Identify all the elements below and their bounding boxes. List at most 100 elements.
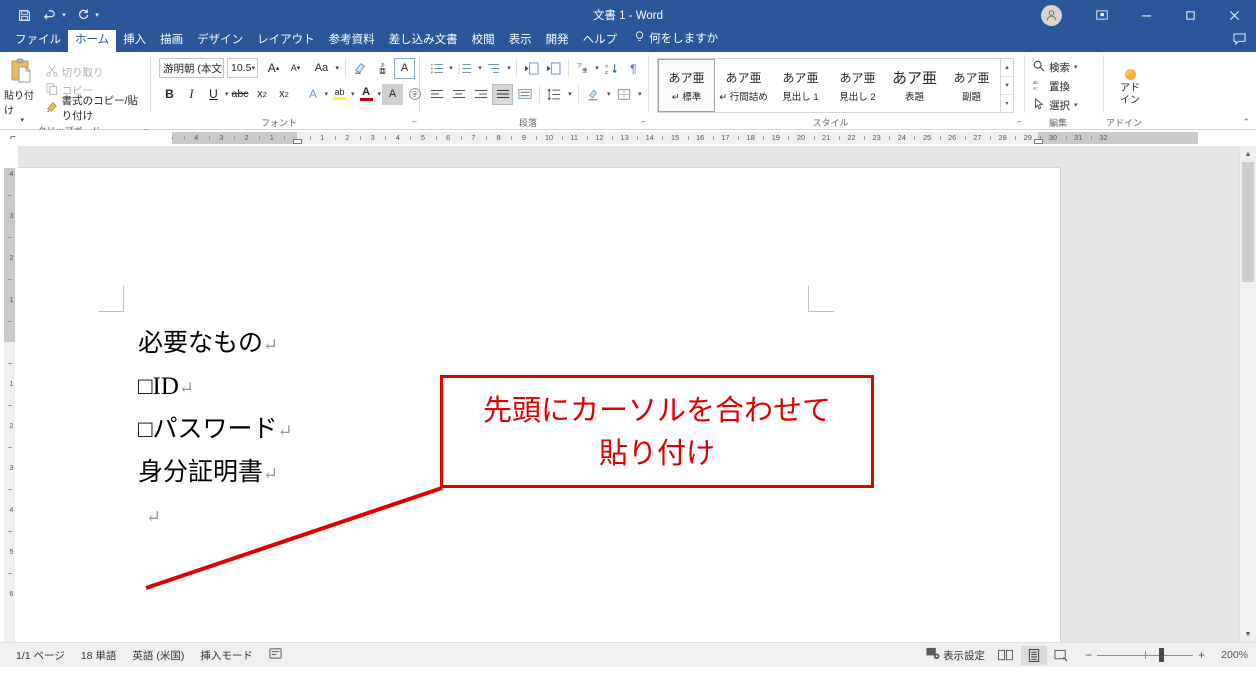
multilevel-list-chevron-down-icon[interactable]: ▾: [506, 58, 512, 79]
grow-font-button[interactable]: A ▴: [263, 58, 284, 79]
align-center-button[interactable]: [448, 84, 469, 105]
style-item-heading-1[interactable]: あア亜 見出し 1: [772, 59, 829, 112]
clear-formatting-button[interactable]: [350, 58, 371, 79]
bold-button[interactable]: B: [159, 84, 180, 105]
zoom-out-button[interactable]: −: [1085, 649, 1092, 661]
increase-indent-button[interactable]: [543, 58, 564, 79]
document-text[interactable]: 必要なもの↵ □ID↵ □パスワード↵ 身分証明書↵ ↵: [138, 323, 293, 538]
italic-button[interactable]: I: [181, 84, 202, 105]
cut-button[interactable]: 切り取り: [43, 64, 146, 81]
align-right-button[interactable]: [470, 84, 491, 105]
font-name-combo[interactable]: 游明朝 (本文のフォン ▾: [159, 58, 224, 78]
borders-chevron-down-icon[interactable]: ▾: [636, 84, 644, 105]
underline-button[interactable]: U: [203, 84, 224, 105]
status-word-count[interactable]: 18 単語: [73, 648, 125, 663]
justify-button[interactable]: [492, 83, 513, 105]
addins-button[interactable]: アド イン: [1111, 56, 1149, 116]
font-color-button[interactable]: A: [356, 84, 377, 105]
sort-asian-chevron-down-icon[interactable]: ▾: [594, 58, 600, 79]
decrease-indent-button[interactable]: [521, 58, 542, 79]
change-case-button[interactable]: Aa: [311, 58, 332, 79]
style-item-title[interactable]: あア亜 表題: [886, 59, 943, 112]
minimize-icon[interactable]: [1124, 0, 1168, 30]
underline-chevron-down-icon[interactable]: ▾: [225, 84, 229, 105]
right-indent-marker[interactable]: [1033, 139, 1043, 144]
left-indent-marker[interactable]: [293, 139, 302, 144]
collapse-ribbon-chevron-up-icon[interactable]: ⌃: [1242, 117, 1250, 128]
document-page[interactable]: 必要なもの↵ □ID↵ □パスワード↵ 身分証明書↵ ↵ 先頭にカーソルを合わせ…: [18, 168, 1060, 642]
font-color-chevron-down-icon[interactable]: ▾: [378, 84, 382, 105]
customize-quick-access-toolbar-icon[interactable]: ▾: [92, 4, 102, 26]
phonetic-guide-button[interactable]: あ亜: [372, 58, 393, 79]
tab-file[interactable]: ファイル: [8, 30, 68, 52]
read-mode-button[interactable]: [993, 646, 1019, 665]
find-chevron-down-icon[interactable]: ▾: [1074, 63, 1078, 71]
style-item-no-spacing[interactable]: あア亜 ↵ 行間詰め: [715, 59, 772, 112]
tab-developer[interactable]: 開発: [539, 30, 576, 52]
document-canvas[interactable]: 必要なもの↵ □ID↵ □パスワード↵ 身分証明書↵ ↵ 先頭にカーソルを合わせ…: [18, 146, 1239, 642]
font-dialog-launcher[interactable]: ⌐: [412, 115, 417, 129]
tell-me-box[interactable]: 何をしますか: [624, 28, 725, 52]
display-settings-button[interactable]: 表示設定: [918, 647, 991, 663]
font-size-combo[interactable]: 10.5 ▾: [227, 58, 258, 78]
shrink-font-button[interactable]: A ▾: [285, 58, 306, 79]
scrollbar-thumb[interactable]: [1242, 162, 1254, 282]
tab-insert[interactable]: 挿入: [116, 30, 153, 52]
paste-button[interactable]: 貼り付け ▾: [4, 56, 41, 124]
account-avatar[interactable]: [1041, 4, 1062, 26]
styles-dialog-launcher[interactable]: ⌐: [1017, 115, 1022, 129]
save-icon[interactable]: [12, 4, 36, 26]
distribute-button[interactable]: [514, 84, 535, 105]
find-button[interactable]: 検索 ▾: [1030, 58, 1081, 76]
character-shading-button[interactable]: A: [382, 83, 404, 105]
tab-view[interactable]: 表示: [502, 30, 539, 52]
styles-scroll-down-icon[interactable]: ▼: [1001, 77, 1013, 95]
sort-asian-button[interactable]: ア亜: [572, 58, 593, 79]
style-item-standard[interactable]: あア亜 ↵ 標準: [658, 59, 715, 112]
ribbon-display-options-icon[interactable]: [1080, 0, 1124, 30]
styles-more-icon[interactable]: ▾: [1001, 95, 1013, 112]
line-spacing-button[interactable]: [544, 84, 565, 105]
paragraph-dialog-launcher[interactable]: ⌐: [641, 115, 646, 129]
print-layout-button[interactable]: [1020, 645, 1047, 665]
tab-design[interactable]: デザイン: [190, 30, 250, 52]
select-chevron-down-icon[interactable]: ▾: [1074, 101, 1078, 109]
zoom-in-button[interactable]: +: [1198, 649, 1205, 661]
tab-review[interactable]: 校閲: [465, 30, 502, 52]
numbering-button[interactable]: 123: [455, 58, 476, 79]
text-effects-button[interactable]: A: [303, 84, 324, 105]
sort-button[interactable]: AZ: [601, 58, 622, 79]
styles-scroll-up-icon[interactable]: ▲: [1001, 59, 1013, 77]
character-border-button[interactable]: A: [393, 57, 415, 79]
superscript-button[interactable]: x2: [274, 84, 295, 105]
change-case-chevron-down-icon[interactable]: ▾: [333, 58, 341, 79]
tab-help[interactable]: ヘルプ: [576, 30, 625, 52]
paste-chevron-down-icon[interactable]: ▾: [21, 117, 25, 124]
status-language[interactable]: 英語 (米国): [124, 648, 192, 663]
comment-icon[interactable]: [1233, 32, 1246, 50]
web-layout-button[interactable]: [1049, 646, 1075, 665]
zoom-slider-thumb[interactable]: [1158, 648, 1164, 662]
tab-draw[interactable]: 描画: [153, 30, 190, 52]
format-painter-button[interactable]: 書式のコピー/貼り付け: [43, 95, 146, 122]
vertical-ruler[interactable]: 4 3 2 1 1 2 3 4 5 6: [0, 146, 18, 642]
replace-button[interactable]: ab ac 置換: [1030, 77, 1081, 95]
bullets-button[interactable]: [426, 58, 447, 79]
bullets-chevron-down-icon[interactable]: ▾: [448, 58, 454, 79]
tab-home[interactable]: ホーム: [68, 30, 117, 52]
select-button[interactable]: 選択 ▾: [1030, 96, 1081, 114]
font-size-chevron-down-icon[interactable]: ▾: [251, 64, 255, 72]
zoom-slider-track[interactable]: [1096, 648, 1193, 662]
horizontal-ruler[interactable]: 5432112345678910111213141516171819202122…: [172, 130, 1238, 146]
styles-gallery-scrollbar[interactable]: ▲ ▼ ▾: [1001, 58, 1014, 113]
subscript-button[interactable]: x2: [252, 84, 273, 105]
shading-chevron-down-icon[interactable]: ▾: [605, 84, 613, 105]
borders-button[interactable]: [614, 84, 635, 105]
text-effects-chevron-down-icon[interactable]: ▾: [325, 84, 329, 105]
align-left-button[interactable]: [426, 84, 447, 105]
line-spacing-chevron-down-icon[interactable]: ▾: [566, 84, 574, 105]
shading-button[interactable]: [583, 84, 604, 105]
style-item-subtitle[interactable]: あア亜 副題: [943, 59, 1000, 112]
style-item-heading-2[interactable]: あア亜 見出し 2: [829, 59, 886, 112]
proofing-icon[interactable]: [261, 647, 290, 663]
